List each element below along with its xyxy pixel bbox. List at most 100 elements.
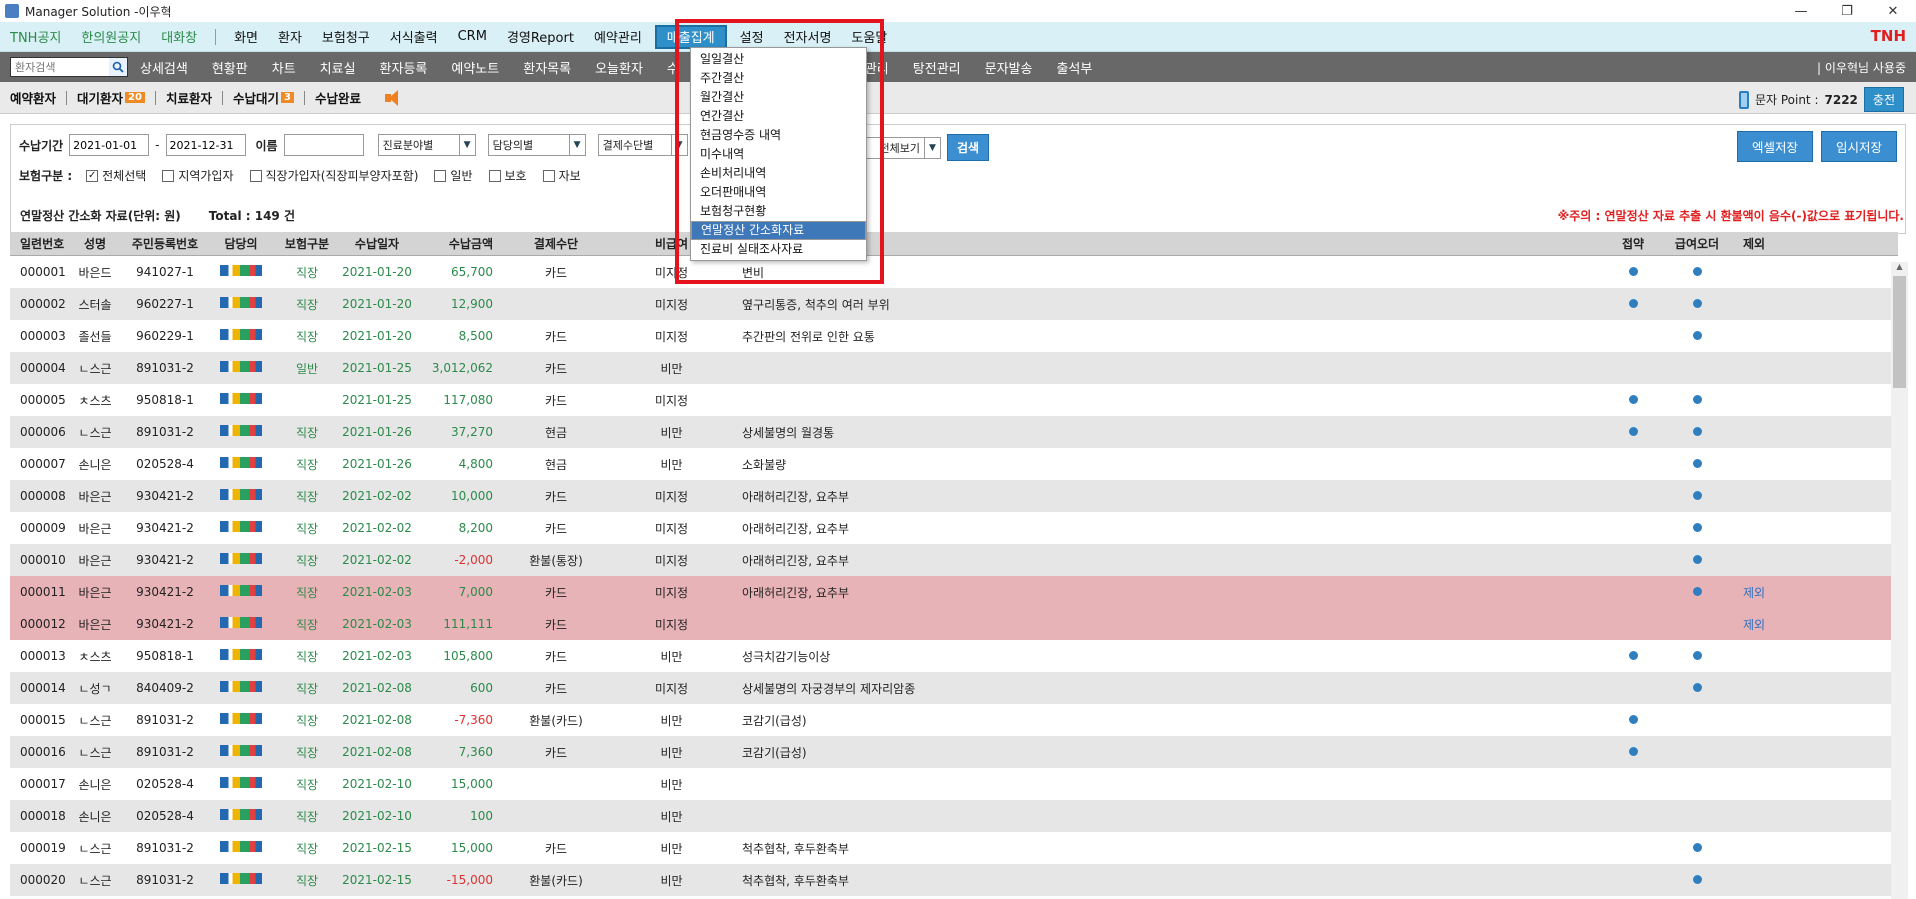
scroll-up-icon[interactable]: ▲: [1891, 262, 1908, 276]
column-header[interactable]: 제외: [1726, 235, 1782, 252]
column-header[interactable]: 일련번호: [10, 235, 65, 252]
toolbar-item[interactable]: 예약노트: [439, 58, 511, 77]
search-icon[interactable]: [109, 58, 127, 76]
toolbar-item[interactable]: 탕전관리: [901, 58, 973, 77]
menu-item[interactable]: CRM: [448, 22, 497, 52]
dropdown-item[interactable]: 손비처리내역: [691, 164, 866, 183]
doctor-select[interactable]: 담당의별 ▼: [487, 134, 586, 156]
menu-item[interactable]: 매출집계: [654, 24, 727, 49]
dropdown-item[interactable]: 현금영수증 내역: [691, 126, 866, 145]
exclude-link[interactable]: 제외: [1726, 616, 1782, 633]
toolbar-item[interactable]: 환자목록: [511, 58, 583, 77]
dropdown-item[interactable]: 미수내역: [691, 145, 866, 164]
insurance-checkbox[interactable]: 지역가입자: [162, 167, 234, 184]
status-tab[interactable]: 수납대기 3: [223, 88, 304, 107]
table-row[interactable]: 000009 바은근 930421-2 직장 2021-02-02 8,200 카드 미지정 아…: [10, 512, 1898, 544]
dropdown-item[interactable]: 월간결산: [691, 88, 866, 107]
menu-item[interactable]: 대화창: [151, 22, 207, 52]
table-row[interactable]: 000020 ㄴ스근 891031-2 직장 2021-02-15 -15,000 환불(카…: [10, 864, 1898, 896]
dropdown-item[interactable]: 진료비 실태조사자료: [691, 240, 866, 259]
dropdown-item[interactable]: 연말정산 간소화자료: [691, 221, 866, 240]
menu-item[interactable]: 보험청구: [312, 22, 380, 52]
patient-search-input[interactable]: [11, 58, 109, 76]
minimize-button[interactable]: —: [1778, 0, 1824, 22]
table-row[interactable]: 000004 ㄴ스근 891031-2 일반 2021-01-25 3,012,062 카드…: [10, 352, 1898, 384]
toolbar-item[interactable]: 문자발송: [973, 58, 1045, 77]
temp-save-button[interactable]: 임시저장: [1820, 131, 1897, 162]
menu-item[interactable]: 화면: [224, 22, 268, 52]
status-tab[interactable]: 예약환자: [0, 88, 66, 107]
payment-method: 현금: [544, 457, 568, 472]
status-tab[interactable]: 치료환자: [156, 88, 222, 107]
vertical-scrollbar[interactable]: ▲: [1891, 262, 1908, 899]
dropdown-item[interactable]: 오더판매내역: [691, 183, 866, 202]
insurance-checkbox[interactable]: 자보: [542, 167, 581, 184]
table-row[interactable]: 000002 스터솔 960227-1 직장 2021-01-20 12,900 미지정 옆구…: [10, 288, 1898, 320]
table-row[interactable]: 000006 ㄴ스근 891031-2 직장 2021-01-26 37,270 현금 비만 상…: [10, 416, 1898, 448]
toolbar-item[interactable]: 상세검색: [128, 58, 200, 77]
exclude-link[interactable]: 제외: [1726, 584, 1782, 601]
column-header[interactable]: 담당의: [205, 235, 277, 252]
maximize-button[interactable]: ❐: [1824, 0, 1870, 22]
status-tab[interactable]: 대기환자 20: [67, 88, 155, 107]
search-button[interactable]: 검색: [947, 134, 990, 161]
payment-select[interactable]: 결제수단별 ▼: [597, 134, 688, 156]
column-header[interactable]: 결제수단: [497, 235, 615, 252]
speaker-icon[interactable]: [383, 89, 405, 107]
toolbar-item[interactable]: 치료실: [308, 58, 368, 77]
status-tab[interactable]: 수납완료: [305, 88, 371, 107]
menu-item[interactable]: 환자: [268, 22, 312, 52]
table-row[interactable]: 000003 졸선들 960229-1 직장 2021-01-20 8,500 카드 미지정 추…: [10, 320, 1898, 352]
view-select[interactable]: 전체보기 ▼: [861, 136, 941, 159]
scrollbar-thumb[interactable]: [1893, 276, 1906, 388]
column-header[interactable]: 접약: [1598, 235, 1668, 252]
column-header[interactable]: 수납일자: [337, 235, 417, 252]
dropdown-item[interactable]: 보험청구현황: [691, 202, 866, 221]
toolbar-item[interactable]: 출석부: [1044, 58, 1104, 77]
status-tab-label: 치료환자: [165, 91, 212, 106]
date-to-input[interactable]: [165, 134, 246, 156]
toolbar-item[interactable]: 오늘환자: [583, 58, 655, 77]
insurance-checkbox[interactable]: ✓ 전체선택: [86, 167, 146, 184]
table-row[interactable]: 000018 손니은 020528-4 직장 2021-02-10 100 비만: [10, 800, 1898, 832]
toolbar-item[interactable]: 수: [655, 58, 691, 77]
column-header[interactable]: 급여오더: [1668, 235, 1726, 252]
insurance-checkbox[interactable]: 일반: [434, 167, 473, 184]
table-row[interactable]: 000010 바은근 930421-2 직장 2021-02-02 -2,000 환불(통장…: [10, 544, 1898, 576]
column-header[interactable]: 성명: [65, 235, 125, 252]
menu-item[interactable]: 예약관리: [584, 22, 652, 52]
toolbar-item[interactable]: 현황판: [200, 58, 260, 77]
menu-item[interactable]: 경영Report: [497, 22, 584, 52]
charge-button[interactable]: 충전: [1863, 87, 1904, 112]
table-row[interactable]: 000014 ㄴ성ㄱ 840409-2 직장 2021-02-08 600 카드 미지정 상세불…: [10, 672, 1898, 704]
menu-item[interactable]: TNH공지: [0, 22, 71, 52]
dropdown-item[interactable]: 연간결산: [691, 107, 866, 126]
table-row[interactable]: 000008 바은근 930421-2 직장 2021-02-02 10,000 카드 미지정…: [10, 480, 1898, 512]
excel-save-button[interactable]: 엑셀저장: [1736, 131, 1813, 162]
department-select[interactable]: 진료분야별 ▼: [377, 134, 476, 156]
table-row[interactable]: 000015 ㄴ스근 891031-2 직장 2021-02-08 -7,360 환불(카드…: [10, 704, 1898, 736]
date-from-input[interactable]: [69, 134, 150, 156]
insurance-checkbox[interactable]: 보호: [488, 167, 527, 184]
name-input[interactable]: [283, 134, 364, 156]
close-button[interactable]: ✕: [1870, 0, 1916, 22]
toolbar-item[interactable]: 차트: [260, 58, 308, 77]
table-row[interactable]: 000005 ㅊ스츠 950818-1 2021-01-25 117,080 카드 미지정: [10, 384, 1898, 416]
toolbar-item[interactable]: 환자등록: [368, 58, 440, 77]
table-row[interactable]: 000019 ㄴ스근 891031-2 직장 2021-02-15 15,000 카드 비만 척…: [10, 832, 1898, 864]
table-row[interactable]: 000001 바은드 941027-1 직장 2021-01-20 65,700 카드 미지정…: [10, 256, 1898, 288]
insurance-checkbox[interactable]: 직장가입자(직장피부양자포함): [249, 167, 418, 184]
table-row[interactable]: 000011 바은근 930421-2 직장 2021-02-03 7,000 카드 미지정 아…: [10, 576, 1898, 608]
dropdown-item[interactable]: 일일결산: [691, 50, 866, 69]
menu-item[interactable]: 한의원공지: [71, 22, 151, 52]
column-header[interactable]: 주민등록번호: [125, 235, 205, 252]
table-row[interactable]: 000016 ㄴ스근 891031-2 직장 2021-02-08 7,360 카드 비만 코감…: [10, 736, 1898, 768]
table-row[interactable]: 000017 손니은 020528-4 직장 2021-02-10 15,000 비만: [10, 768, 1898, 800]
table-row[interactable]: 000013 ㅊ스츠 950818-1 직장 2021-02-03 105,800 카드 비만…: [10, 640, 1898, 672]
dropdown-item[interactable]: 주간결산: [691, 69, 866, 88]
menu-item[interactable]: 서식출력: [380, 22, 448, 52]
table-row[interactable]: 000012 바은근 930421-2 직장 2021-02-03 111,111 카드 미지…: [10, 608, 1898, 640]
column-header[interactable]: 수납금액: [417, 235, 497, 252]
column-header[interactable]: 보험구분: [277, 235, 337, 252]
table-row[interactable]: 000007 손니은 020528-4 직장 2021-01-26 4,800 현금 비만 소화…: [10, 448, 1898, 480]
